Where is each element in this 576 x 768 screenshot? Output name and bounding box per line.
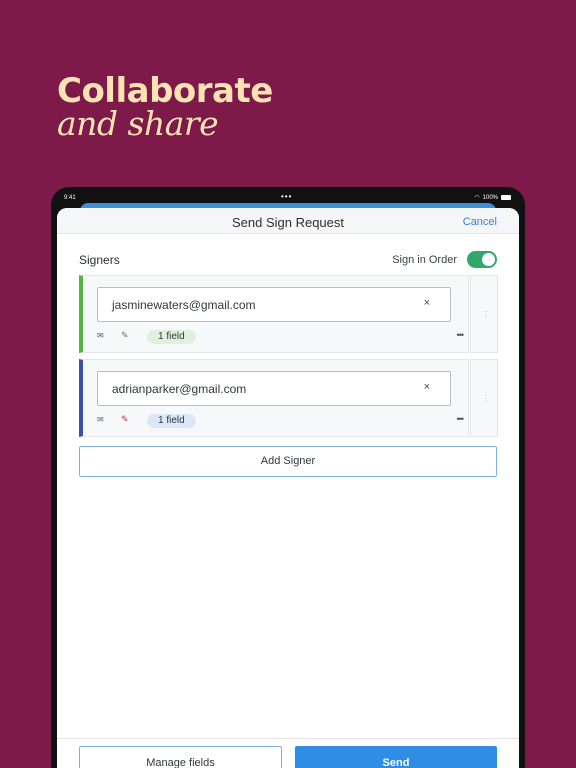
pen-icon[interactable]: ✎ — [121, 330, 129, 341]
add-signer-button[interactable]: Add Signer — [79, 446, 497, 477]
headline: Collaborate and share — [57, 70, 273, 140]
cancel-button[interactable]: Cancel — [463, 216, 497, 228]
mail-icon[interactable]: ✉ — [97, 415, 104, 424]
signer-email-field[interactable]: jasminewaters@gmail.com × — [97, 287, 451, 322]
battery-label: 100% — [482, 194, 498, 201]
sign-in-order-toggle[interactable] — [467, 251, 497, 268]
page-title: Send Sign Request — [231, 215, 345, 230]
more-icon[interactable]: ••• — [457, 330, 465, 340]
multitasking-dots-icon: ••• — [281, 192, 293, 201]
sign-in-order-label: Sign in Order — [392, 254, 457, 266]
headline-subtitle: and share — [57, 104, 219, 143]
signer-email-field[interactable]: adrianparker@gmail.com × — [97, 371, 451, 406]
field-count-badge[interactable]: 1 field — [147, 414, 196, 428]
footer-bar: Manage fields Send — [57, 738, 519, 768]
signer-actions: ✉ ✎ 1 field ••• — [97, 414, 464, 428]
manage-fields-button[interactable]: Manage fields — [79, 746, 282, 768]
signer-card: adrianparker@gmail.com × ✉ ✎ 1 field ••• — [79, 359, 469, 437]
drag-handle-icon: ⋮ — [482, 310, 490, 319]
signer-card: jasminewaters@gmail.com × ✉ ✎ 1 field ••… — [79, 275, 469, 353]
status-time: 9:41 — [64, 195, 76, 201]
field-count-badge[interactable]: 1 field — [147, 330, 196, 344]
tablet-device: 9:41 ••• ◠ 100% Send Sign Request Cancel… — [51, 187, 525, 768]
pen-icon[interactable]: ✎ — [121, 414, 129, 425]
more-icon[interactable]: ••• — [457, 414, 465, 424]
signer-email: jasminewaters@gmail.com — [112, 298, 256, 312]
send-sign-request-sheet: Send Sign Request Cancel Signers Sign in… — [57, 208, 519, 768]
signer-email: adrianparker@gmail.com — [112, 382, 247, 396]
signers-label: Signers — [79, 253, 120, 267]
clear-icon[interactable]: × — [424, 297, 430, 309]
status-right: ◠ 100% — [474, 194, 511, 201]
mail-icon[interactable]: ✉ — [97, 331, 104, 340]
wifi-icon: ◠ — [474, 195, 480, 201]
drag-handle[interactable]: ⋮ — [470, 359, 498, 437]
drag-handle-icon: ⋮ — [482, 394, 490, 403]
signers-header: Signers Sign in Order — [79, 251, 497, 271]
send-button[interactable]: Send — [295, 746, 497, 768]
drag-handle[interactable]: ⋮ — [470, 275, 498, 353]
clear-icon[interactable]: × — [424, 381, 430, 393]
navigation-bar: Send Sign Request Cancel — [57, 208, 519, 234]
signer-actions: ✉ ✎ 1 field ••• — [97, 330, 464, 344]
battery-icon — [501, 195, 511, 200]
